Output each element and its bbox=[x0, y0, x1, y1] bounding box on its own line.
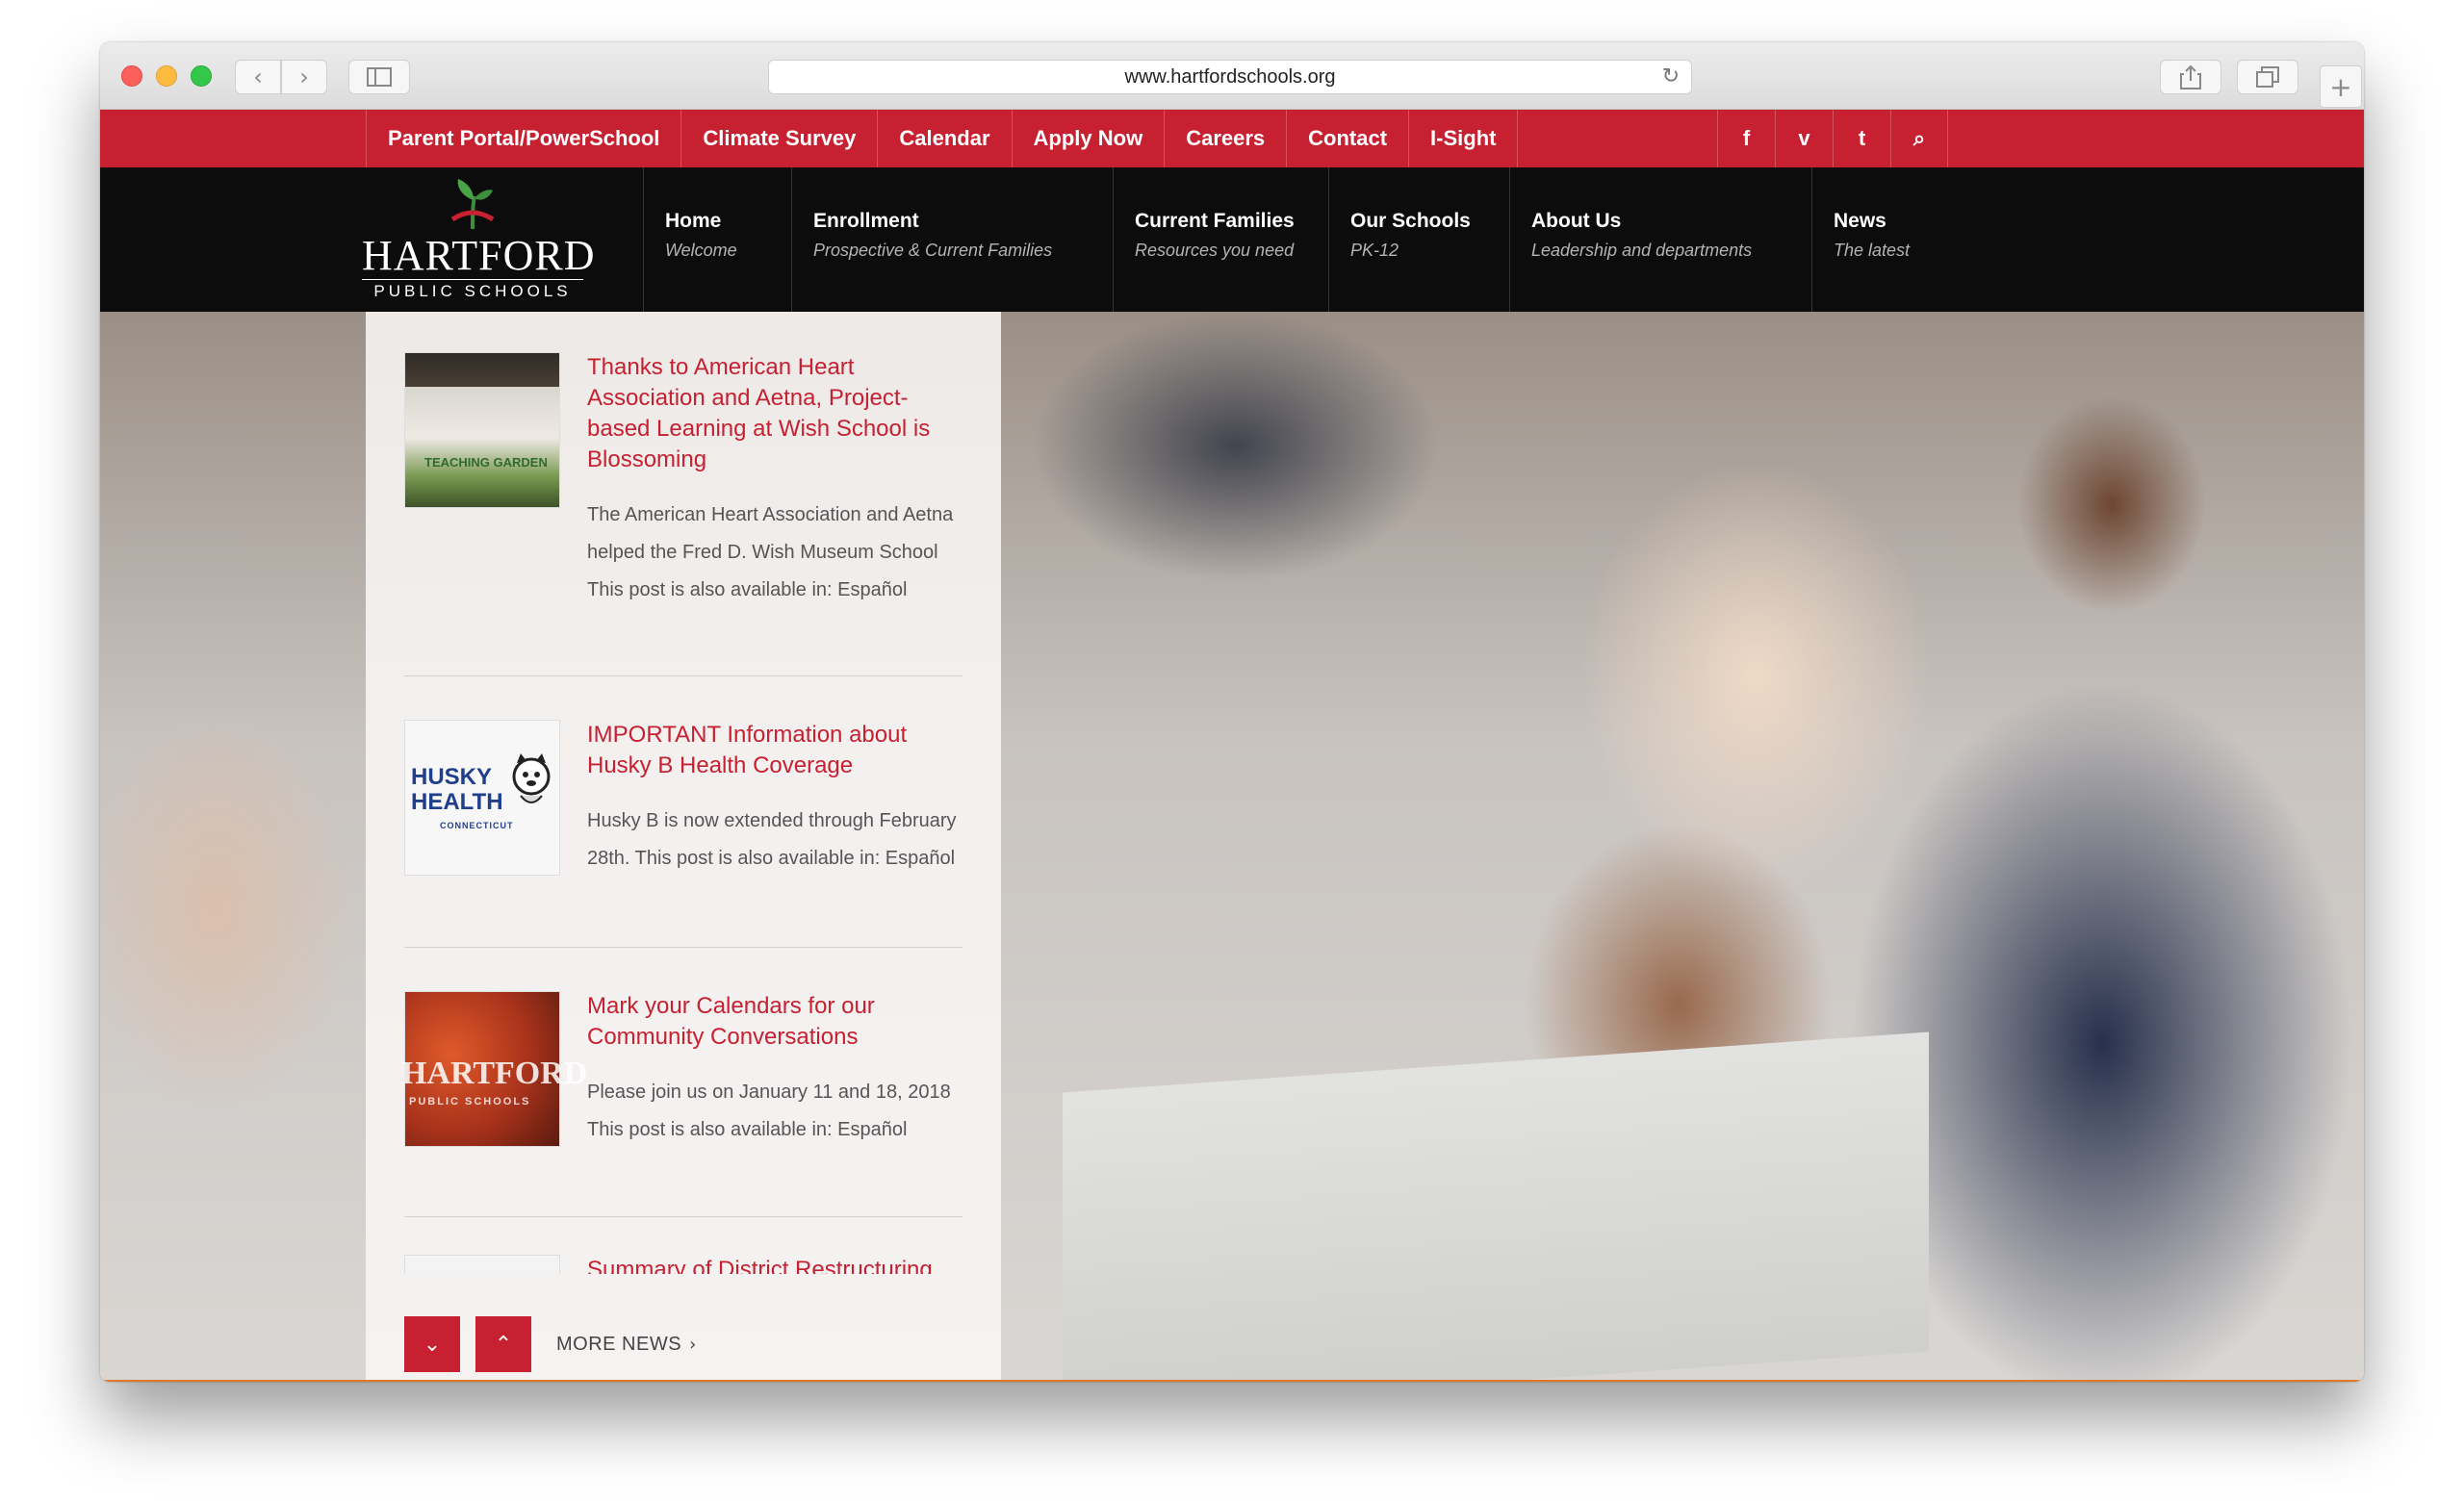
nav-climate-survey[interactable]: Climate Survey bbox=[680, 110, 877, 167]
mainnav-title: Our Schools bbox=[1350, 210, 1471, 232]
mainnav-our-schools[interactable]: Our Schools PK-12 bbox=[1328, 167, 1471, 312]
hartford-logo[interactable]: HARTFORD PUBLIC SCHOOLS bbox=[362, 175, 596, 306]
hero-photo: TEACHING GARDEN Thanks to American Heart… bbox=[100, 312, 2364, 1382]
more-news-link[interactable]: MORE NEWS bbox=[556, 1334, 681, 1356]
thumbnail-caption: HARTFORD bbox=[401, 1056, 588, 1091]
mainnav-title: Enrollment bbox=[813, 210, 919, 232]
share-icon bbox=[2180, 64, 2201, 89]
mainnav-enrollment[interactable]: Enrollment Prospective & Current Familie… bbox=[791, 167, 1052, 312]
nav-contact[interactable]: Contact bbox=[1286, 110, 1408, 167]
back-button[interactable]: ‹ bbox=[235, 60, 281, 94]
news-thumbnail[interactable]: TEACHING GARDEN bbox=[404, 352, 560, 508]
thumbnail-subcaption: PUBLIC SCHOOLS bbox=[409, 1096, 531, 1107]
utility-nav: Parent Portal/PowerSchool Climate Survey… bbox=[366, 110, 1519, 167]
plus-icon: + bbox=[2329, 70, 2352, 103]
nav-apply-now[interactable]: Apply Now bbox=[1011, 110, 1165, 167]
forward-button[interactable]: › bbox=[281, 60, 327, 94]
nav-calendar[interactable]: Calendar bbox=[877, 110, 1011, 167]
news-title[interactable]: Summary of District Restructuring bbox=[587, 1255, 962, 1274]
nav-i-sight[interactable]: I-Sight bbox=[1408, 110, 1519, 167]
news-scroll-down-button[interactable]: ⌄ bbox=[404, 1316, 460, 1372]
browser-window: ‹ › www.hartfordschools.org ↻ + Parent P… bbox=[100, 42, 2364, 1382]
news-divider bbox=[404, 675, 962, 676]
share-button[interactable] bbox=[2160, 60, 2221, 94]
news-excerpt: Please join us on January 11 and 18, 201… bbox=[587, 1082, 951, 1140]
news-title[interactable]: Mark your Calendars for our Community Co… bbox=[587, 991, 962, 1053]
mainnav-title: Home bbox=[665, 210, 722, 232]
browser-toolbar: ‹ › www.hartfordschools.org ↻ + bbox=[100, 42, 2364, 110]
new-tab-button[interactable]: + bbox=[2320, 65, 2362, 108]
page-viewport: Parent Portal/PowerSchool Climate Survey… bbox=[100, 110, 2364, 1382]
maximize-window-button[interactable] bbox=[191, 65, 212, 87]
nav-parent-portal[interactable]: Parent Portal/PowerSchool bbox=[366, 110, 680, 167]
accent-rule bbox=[100, 1380, 2364, 1382]
mainnav-subtitle: Resources you need bbox=[1135, 241, 1295, 260]
close-window-button[interactable] bbox=[121, 65, 142, 87]
news-list: TEACHING GARDEN Thanks to American Heart… bbox=[366, 312, 1001, 1274]
logo-wordmark: HARTFORD bbox=[362, 232, 596, 279]
thumbnail-caption: HUSKY HEALTH bbox=[411, 764, 503, 815]
mainnav-subtitle: Prospective & Current Families bbox=[813, 241, 1053, 260]
chevron-right-icon: › bbox=[299, 64, 309, 90]
nav-careers[interactable]: Careers bbox=[1164, 110, 1286, 167]
chevron-right-icon: › bbox=[689, 1334, 697, 1355]
chevron-left-icon: ‹ bbox=[253, 64, 263, 90]
sidebar-toggle-button[interactable] bbox=[348, 60, 410, 94]
address-bar[interactable]: www.hartfordschools.org ↻ bbox=[768, 60, 1692, 94]
hero-desk-shape bbox=[1063, 1031, 1929, 1382]
news-divider bbox=[404, 947, 962, 948]
mainnav-title: Current Families bbox=[1135, 210, 1295, 232]
vimeo-icon[interactable]: v bbox=[1775, 110, 1833, 167]
news-controls: ⌄ ⌃ MORE NEWS › bbox=[404, 1316, 696, 1372]
url-text: www.hartfordschools.org bbox=[1124, 65, 1336, 88]
mainnav-news[interactable]: News The latest bbox=[1811, 167, 1910, 312]
news-thumbnail[interactable]: HUSKY HEALTH CONNECTICUT bbox=[404, 720, 560, 876]
news-divider bbox=[404, 1216, 962, 1217]
sprout-icon bbox=[450, 179, 495, 230]
mainnav-about-us[interactable]: About Us Leadership and departments bbox=[1509, 167, 1752, 312]
mainnav-title: News bbox=[1834, 210, 1886, 232]
main-header: HARTFORD PUBLIC SCHOOLS Home Welcome Enr… bbox=[100, 167, 2364, 312]
chevron-up-icon: ⌃ bbox=[494, 1332, 513, 1357]
mainnav-subtitle: Leadership and departments bbox=[1531, 241, 1753, 260]
mainnav-subtitle: The latest bbox=[1834, 241, 1911, 260]
show-tabs-button[interactable] bbox=[2237, 60, 2298, 94]
news-title[interactable]: Thanks to American Heart Association and… bbox=[587, 352, 962, 475]
logo-subtitle: PUBLIC SCHOOLS bbox=[362, 279, 583, 301]
thumbnail-subcaption: CONNECTICUT bbox=[440, 821, 514, 830]
twitter-icon[interactable]: t bbox=[1833, 110, 1890, 167]
mainnav-current-families[interactable]: Current Families Resources you need bbox=[1113, 167, 1295, 312]
social-links: f v t ⌕ bbox=[1717, 110, 1948, 167]
facebook-icon[interactable]: f bbox=[1717, 110, 1775, 167]
chevron-down-icon: ⌄ bbox=[423, 1332, 442, 1357]
news-panel: TEACHING GARDEN Thanks to American Heart… bbox=[366, 312, 1001, 1382]
news-excerpt: The American Heart Association and Aetna… bbox=[587, 504, 954, 600]
news-thumbnail[interactable] bbox=[404, 1255, 560, 1274]
tabs-icon bbox=[2256, 66, 2279, 88]
thumbnail-caption: TEACHING GARDEN bbox=[424, 455, 548, 470]
news-scroll-up-button[interactable]: ⌃ bbox=[475, 1316, 531, 1372]
news-title[interactable]: IMPORTANT Information about Husky B Heal… bbox=[587, 720, 962, 781]
mainnav-subtitle: Welcome bbox=[665, 241, 737, 260]
sidebar-icon bbox=[367, 67, 392, 87]
news-excerpt: Husky B is now extended through February… bbox=[587, 810, 957, 869]
husky-mascot-icon bbox=[512, 753, 551, 803]
mainnav-title: About Us bbox=[1531, 210, 1622, 232]
mainnav-subtitle: PK-12 bbox=[1350, 241, 1399, 260]
minimize-window-button[interactable] bbox=[156, 65, 177, 87]
search-icon[interactable]: ⌕ bbox=[1890, 110, 1948, 167]
mainnav-home[interactable]: Home Welcome bbox=[643, 167, 737, 312]
reload-icon[interactable]: ↻ bbox=[1662, 64, 1680, 89]
news-thumbnail[interactable]: HARTFORD PUBLIC SCHOOLS bbox=[401, 991, 587, 1147]
utility-bar: Parent Portal/PowerSchool Climate Survey… bbox=[100, 110, 2364, 167]
